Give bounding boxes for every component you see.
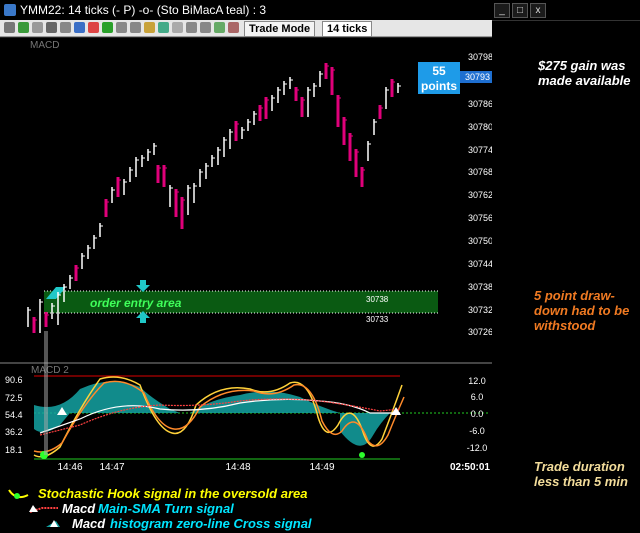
svg-text:30750: 30750 xyxy=(468,236,492,246)
data-icon[interactable] xyxy=(18,22,29,33)
minimize-icon[interactable]: _ xyxy=(494,3,510,18)
zoom-icon[interactable] xyxy=(60,22,71,33)
chart-clock: 02:50:01 xyxy=(450,462,490,470)
svg-text:36.2: 36.2 xyxy=(5,427,23,437)
line-tool-icon[interactable] xyxy=(74,22,85,33)
text-icon[interactable] xyxy=(102,22,113,33)
svg-text:14:46: 14:46 xyxy=(57,462,82,470)
svg-text:72.5: 72.5 xyxy=(5,393,23,403)
stochastic-axis: 90.6 72.5 54.4 36.2 18.1 xyxy=(5,375,23,455)
current-price: 30793 xyxy=(465,72,490,82)
maximize-icon[interactable]: □ xyxy=(512,3,528,18)
arrow-right-icon[interactable] xyxy=(130,22,141,33)
stochastic-hook-icon xyxy=(8,489,29,499)
entry-bar-highlight xyxy=(44,331,48,455)
settings-icon[interactable] xyxy=(144,22,155,33)
legend-macd-turn-text: Main-SMA Turn signal xyxy=(98,501,234,516)
grid-icon[interactable] xyxy=(158,22,169,33)
cursor-icon[interactable] xyxy=(4,22,15,33)
svg-text:30774: 30774 xyxy=(468,145,492,155)
app-icon xyxy=(4,4,16,16)
macd-indicator-label: MACD xyxy=(30,40,59,51)
close-icon[interactable]: x xyxy=(530,3,546,18)
svg-text:14:48: 14:48 xyxy=(225,462,250,470)
svg-text:14:49: 14:49 xyxy=(309,462,334,470)
chart-toolbar: Trade Mode 14 ticks xyxy=(0,20,492,37)
macd-panel xyxy=(33,331,405,459)
svg-text:30786: 30786 xyxy=(468,99,492,109)
svg-text:30726: 30726 xyxy=(468,327,492,337)
template-icon[interactable] xyxy=(214,22,225,33)
alert-icon[interactable] xyxy=(228,22,239,33)
svg-text:30738: 30738 xyxy=(468,282,492,292)
svg-text:-12.0: -12.0 xyxy=(467,443,488,453)
price-axis: 30798 30786 30780 30774 30768 30762 3075… xyxy=(468,52,492,337)
svg-text:54.4: 54.4 xyxy=(5,410,23,420)
svg-text:12.0: 12.0 xyxy=(468,376,486,386)
svg-text:90.6: 90.6 xyxy=(5,375,23,385)
trade-mode-button[interactable]: Trade Mode xyxy=(244,21,316,37)
svg-text:30744: 30744 xyxy=(468,259,492,269)
legend-macd-turn-prefix: Macd xyxy=(62,501,96,516)
gain-annotation: $275 gain was made available xyxy=(538,58,631,88)
marker-icon[interactable] xyxy=(88,22,99,33)
chart-canvas[interactable]: MACD order entry area 30738 30733 30798 … xyxy=(0,37,492,470)
svg-text:6.0: 6.0 xyxy=(471,392,484,402)
drawdown-annotation: 5 point draw-down had to be withstood xyxy=(534,288,630,333)
svg-text:30798: 30798 xyxy=(468,52,492,62)
svg-text:14:47: 14:47 xyxy=(99,462,124,470)
svg-text:30780: 30780 xyxy=(468,122,492,132)
svg-text:18.1: 18.1 xyxy=(5,445,23,455)
svg-text:0.0: 0.0 xyxy=(471,409,484,419)
macd-panel-label: MACD 2 xyxy=(31,365,69,376)
zoom-out-icon[interactable] xyxy=(200,22,211,33)
legend-histogram-prefix: Macd xyxy=(72,516,106,531)
duration-annotation: Trade duration less than 5 min xyxy=(534,459,628,489)
title-bar: YMM22: 14 ticks (- P) -o- (Sto BiMacA te… xyxy=(0,0,640,21)
indicator-icon[interactable] xyxy=(172,22,183,33)
arrow-down-icon xyxy=(136,280,150,292)
window-title: YMM22: 14 ticks (- P) -o- (Sto BiMacA te… xyxy=(20,3,267,17)
time-axis: 14:46 14:47 14:48 14:49 xyxy=(57,462,334,470)
entry-low-price: 30733 xyxy=(366,315,389,324)
macd-axis: 12.0 6.0 0.0 -6.0 -12.0 xyxy=(467,376,488,453)
entry-zone-label: order entry area xyxy=(90,296,182,310)
crosshair-icon[interactable] xyxy=(46,22,57,33)
zoom-in-icon[interactable] xyxy=(186,22,197,33)
entry-high-price: 30738 xyxy=(366,295,389,304)
svg-text:30762: 30762 xyxy=(468,190,492,200)
svg-text:30756: 30756 xyxy=(468,213,492,223)
points-callout-number: 55 xyxy=(432,64,446,78)
svg-text:-6.0: -6.0 xyxy=(469,426,485,436)
pointer-icon[interactable] xyxy=(32,22,43,33)
arrow-left-icon[interactable] xyxy=(116,22,127,33)
hook-signal-dot-right xyxy=(359,452,365,458)
points-callout-unit: points xyxy=(421,79,457,93)
svg-text:30732: 30732 xyxy=(468,305,492,315)
legend-stochastic-text: Stochastic Hook signal in the oversold a… xyxy=(38,486,308,501)
legend-histogram-text: histogram zero-line Cross signal xyxy=(110,516,312,531)
tick-interval-select[interactable]: 14 ticks xyxy=(322,21,373,37)
svg-text:30768: 30768 xyxy=(468,167,492,177)
